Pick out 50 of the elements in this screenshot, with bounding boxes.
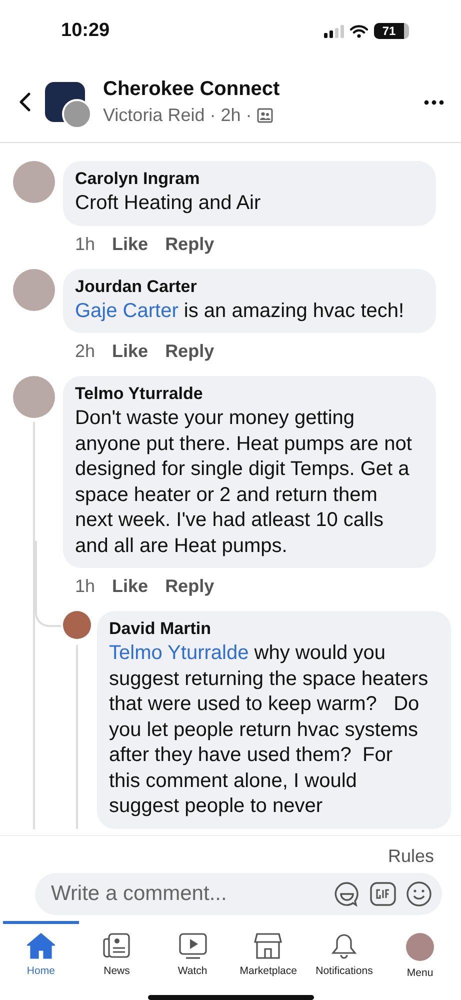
comment-field[interactable]: Write a comment... <box>35 873 442 915</box>
comment-text: Don't waste your money getting anyone put there. Heat pumps are not designed for single digit Temps. Get a space heater or 2 and return them next week. I've had atleast 10 calls and all are Heat pumps. <box>75 406 413 558</box>
group-title: Cherokee Connect <box>103 78 281 101</box>
battery-icon: 71 <box>374 23 409 39</box>
comment-time: 1h <box>75 576 96 597</box>
nav-tab[interactable]: Marketplace <box>230 921 306 985</box>
clock-time: 10:29 <box>61 20 110 42</box>
more-icon[interactable] <box>424 100 444 104</box>
emoji-icon[interactable] <box>406 881 432 907</box>
comment-text: Telmo Yturralde why would you suggest returning the space heaters that were used to keep warm? Do you let people return hvac systems after they have used them? For this comment alone, I would suggest people to never <box>109 641 429 819</box>
mention-link[interactable]: Telmo Yturralde <box>109 642 249 664</box>
comment-author[interactable]: Jourdan Carter <box>75 276 418 296</box>
group-icon <box>256 108 273 123</box>
home-icon <box>26 933 55 959</box>
nav-tab[interactable]: Notifications <box>306 921 382 985</box>
nav-tab[interactable]: News <box>78 921 155 985</box>
comment-author[interactable]: Telmo Yturralde <box>75 384 418 404</box>
comment-input[interactable]: Write a comment... <box>49 881 324 907</box>
like-link[interactable]: Like <box>112 234 148 254</box>
nav-tab[interactable]: Watch <box>154 921 230 985</box>
mention-link[interactable]: Gaje Carter <box>75 300 178 322</box>
comment-text: Croft Heating and Air <box>75 191 262 216</box>
signal-icon <box>324 24 344 38</box>
reply-link[interactable]: Reply <box>165 576 214 597</box>
wifi-icon <box>350 24 368 38</box>
avatar-photo <box>13 376 55 418</box>
post-byline: Victoria Reid · 2h · <box>103 105 252 126</box>
gif-icon[interactable] <box>370 882 396 906</box>
avatar-photo <box>63 611 91 639</box>
rules-link[interactable]: Rules <box>388 846 434 866</box>
reply-link[interactable]: Reply <box>165 234 214 254</box>
newspaper-icon <box>102 933 131 959</box>
profile-avatar <box>406 933 434 961</box>
sticker-icon[interactable] <box>334 881 360 907</box>
comment-author[interactable]: Carolyn Ingram <box>75 169 418 189</box>
like-link[interactable]: Like <box>112 576 148 597</box>
like-link[interactable]: Like <box>112 341 148 362</box>
nav-tab[interactable]: Menu <box>382 921 458 985</box>
nav-tab[interactable]: Home <box>3 921 79 985</box>
reply-link[interactable]: Reply <box>165 341 214 362</box>
avatar-photo <box>13 268 55 310</box>
comment-author[interactable]: David Martin <box>109 619 429 639</box>
comment-time: 2h <box>75 341 96 362</box>
video-icon <box>178 933 207 959</box>
shop-icon <box>254 933 282 959</box>
bell-icon <box>330 933 358 959</box>
comment-text: Gaje Carter is an amazing hvac tech! <box>75 298 406 324</box>
back-icon[interactable] <box>19 92 31 112</box>
comment-time: 1h <box>75 234 96 254</box>
avatar-photo <box>13 161 55 203</box>
